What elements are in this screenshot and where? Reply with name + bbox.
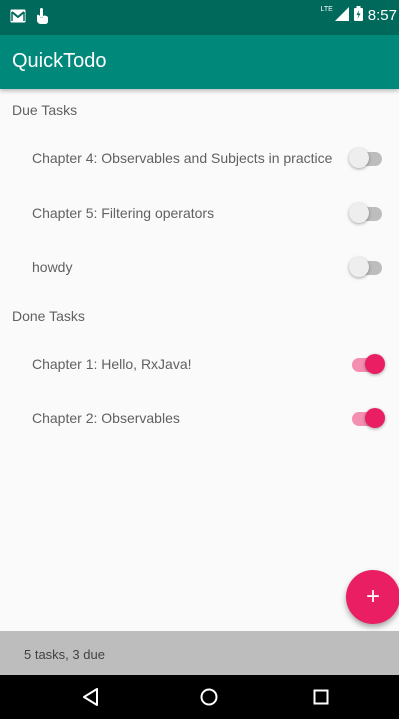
task-done-toggle[interactable] bbox=[349, 354, 385, 376]
task-done-toggle[interactable] bbox=[349, 257, 385, 279]
clock: 8:57 bbox=[367, 7, 397, 24]
battery-icon bbox=[353, 6, 363, 25]
add-icon: + bbox=[365, 583, 380, 610]
gmail-icon bbox=[10, 9, 26, 28]
task-row[interactable]: Chapter 5: Filtering operators bbox=[0, 188, 399, 240]
app-title: QuickTodo bbox=[12, 50, 107, 72]
task-label: Chapter 4: Observables and Subjects in p… bbox=[32, 150, 333, 166]
task-done-toggle[interactable] bbox=[349, 203, 385, 225]
task-label: howdy bbox=[32, 259, 73, 275]
home-icon[interactable] bbox=[197, 685, 221, 709]
toggle-thumb bbox=[349, 257, 369, 277]
task-row[interactable]: howdy bbox=[0, 242, 399, 294]
navigation-bar bbox=[0, 675, 399, 719]
task-row[interactable]: Chapter 1: Hello, RxJava! bbox=[0, 339, 399, 391]
section-header-due: Due Tasks bbox=[12, 102, 78, 118]
app-screen: LTE 8:57 QuickTodo Due Tasks Chapter 4: bbox=[0, 0, 399, 719]
task-summary: 5 tasks, 3 due bbox=[24, 647, 105, 662]
task-label: Chapter 1: Hello, RxJava! bbox=[32, 356, 192, 372]
network-type-label: LTE bbox=[320, 6, 333, 13]
toggle-thumb bbox=[349, 148, 369, 168]
status-bar: LTE 8:57 bbox=[0, 0, 399, 35]
task-list[interactable]: Due Tasks Chapter 4: Observables and Sub… bbox=[0, 89, 399, 631]
signal-icon bbox=[334, 6, 349, 25]
summary-bar: 5 tasks, 3 due bbox=[0, 631, 399, 675]
task-done-toggle[interactable] bbox=[349, 408, 385, 430]
recents-icon[interactable] bbox=[309, 685, 333, 709]
task-label: Chapter 5: Filtering operators bbox=[32, 205, 215, 221]
app-bar: QuickTodo bbox=[0, 35, 399, 89]
task-row[interactable]: Chapter 2: Observables bbox=[0, 393, 399, 445]
toggle-thumb bbox=[365, 354, 385, 374]
task-row[interactable]: Chapter 4: Observables and Subjects in p… bbox=[0, 133, 399, 185]
back-icon[interactable] bbox=[79, 685, 103, 709]
add-task-button[interactable]: + bbox=[346, 570, 399, 624]
toggle-thumb bbox=[365, 408, 385, 428]
touch-icon bbox=[34, 7, 50, 30]
toggle-thumb bbox=[349, 203, 369, 223]
task-label: Chapter 2: Observables bbox=[32, 410, 180, 426]
section-header-done: Done Tasks bbox=[12, 308, 85, 324]
task-done-toggle[interactable] bbox=[349, 148, 385, 170]
